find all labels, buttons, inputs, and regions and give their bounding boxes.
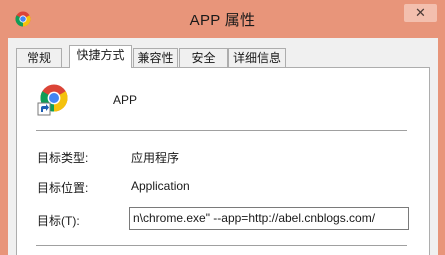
target-label: 目标(T):: [37, 214, 80, 228]
divider: [36, 245, 407, 246]
target-type-label: 目标类型:: [37, 151, 89, 165]
target-location-label: 目标位置:: [37, 181, 89, 195]
chrome-shortcut-icon: [37, 84, 68, 116]
shortcut-name: APP: [113, 93, 138, 107]
close-button[interactable]: ✕: [404, 4, 437, 22]
tab-details[interactable]: 详细信息: [228, 48, 286, 67]
tab-security[interactable]: 安全: [179, 48, 228, 67]
target-field[interactable]: n\chrome.exe" --app=http://abel.cnblogs.…: [129, 207, 409, 230]
target-location-value: Application: [131, 179, 190, 193]
target-type-value: 应用程序: [131, 151, 180, 165]
tab-shortcut[interactable]: 快捷方式: [69, 45, 132, 68]
tab-general[interactable]: 常规: [16, 48, 62, 67]
tab-compatibility[interactable]: 兼容性: [133, 48, 178, 67]
divider: [36, 130, 407, 131]
close-icon: ✕: [415, 5, 426, 20]
title-bar[interactable]: APP 属性 ✕: [0, 0, 445, 38]
window-title: APP 属性: [189, 12, 256, 29]
